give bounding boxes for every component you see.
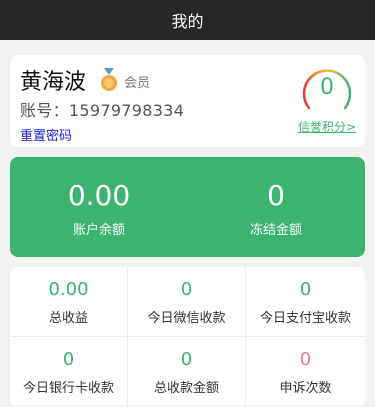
- account-balance-value: 0.00: [67, 179, 131, 212]
- stat-bankcard-today[interactable]: 0 今日银行卡收款: [10, 337, 128, 407]
- stat-value: 0: [299, 349, 312, 370]
- stat-value: 0: [299, 279, 312, 300]
- page-title: 我的: [171, 12, 204, 31]
- stat-label: 今日银行卡收款: [22, 381, 114, 396]
- frozen-amount-label: 冻结金额: [249, 223, 302, 238]
- stat-total-earnings[interactable]: 0.00 总收益: [10, 267, 128, 337]
- balance-card: 0.00 账户余额 0 冻结金额: [10, 157, 365, 257]
- medal-icon: [101, 68, 117, 91]
- stat-total-received[interactable]: 0 总收款金额: [128, 337, 246, 407]
- stat-wechat-today[interactable]: 0 今日微信收款: [128, 267, 246, 337]
- stat-value: 0: [180, 349, 193, 370]
- credit-score: 0: [320, 75, 334, 100]
- user-name: 黄海波: [20, 70, 87, 95]
- stat-value: 0: [62, 349, 75, 370]
- reset-password-link[interactable]: 重置密码: [20, 125, 72, 144]
- stat-label: 今日微信收款: [147, 311, 226, 326]
- page-header: 我的: [0, 0, 375, 40]
- account-balance-label: 账户余额: [72, 223, 125, 238]
- stat-value: 0: [180, 279, 193, 300]
- account-value: 15979798334: [68, 101, 185, 120]
- stat-value: 0.00: [48, 279, 89, 300]
- stat-appeal-count[interactable]: 0 申诉次数: [246, 337, 365, 407]
- stats-grid: 0.00 总收益 0 今日微信收款 0 今日支付宝收款 0 今日银行卡收款 0 …: [10, 267, 365, 407]
- stat-label: 总收益: [48, 311, 88, 326]
- stat-label: 今日支付宝收款: [259, 311, 351, 326]
- frozen-amount-value: 0: [267, 179, 285, 212]
- user-card: 黄海波 会员 账号：15979798334 重置密码 0 信誉积分>: [10, 55, 365, 147]
- member-label: 会员: [124, 76, 151, 91]
- stat-alipay-today[interactable]: 0 今日支付宝收款: [246, 267, 365, 337]
- credit-score-link[interactable]: 信誉积分>: [298, 118, 356, 135]
- account-number: 账号：15979798334: [20, 97, 184, 121]
- stat-label: 总收款金额: [153, 381, 219, 396]
- stat-label: 申诉次数: [279, 381, 332, 396]
- account-prefix: 账号：: [20, 101, 69, 120]
